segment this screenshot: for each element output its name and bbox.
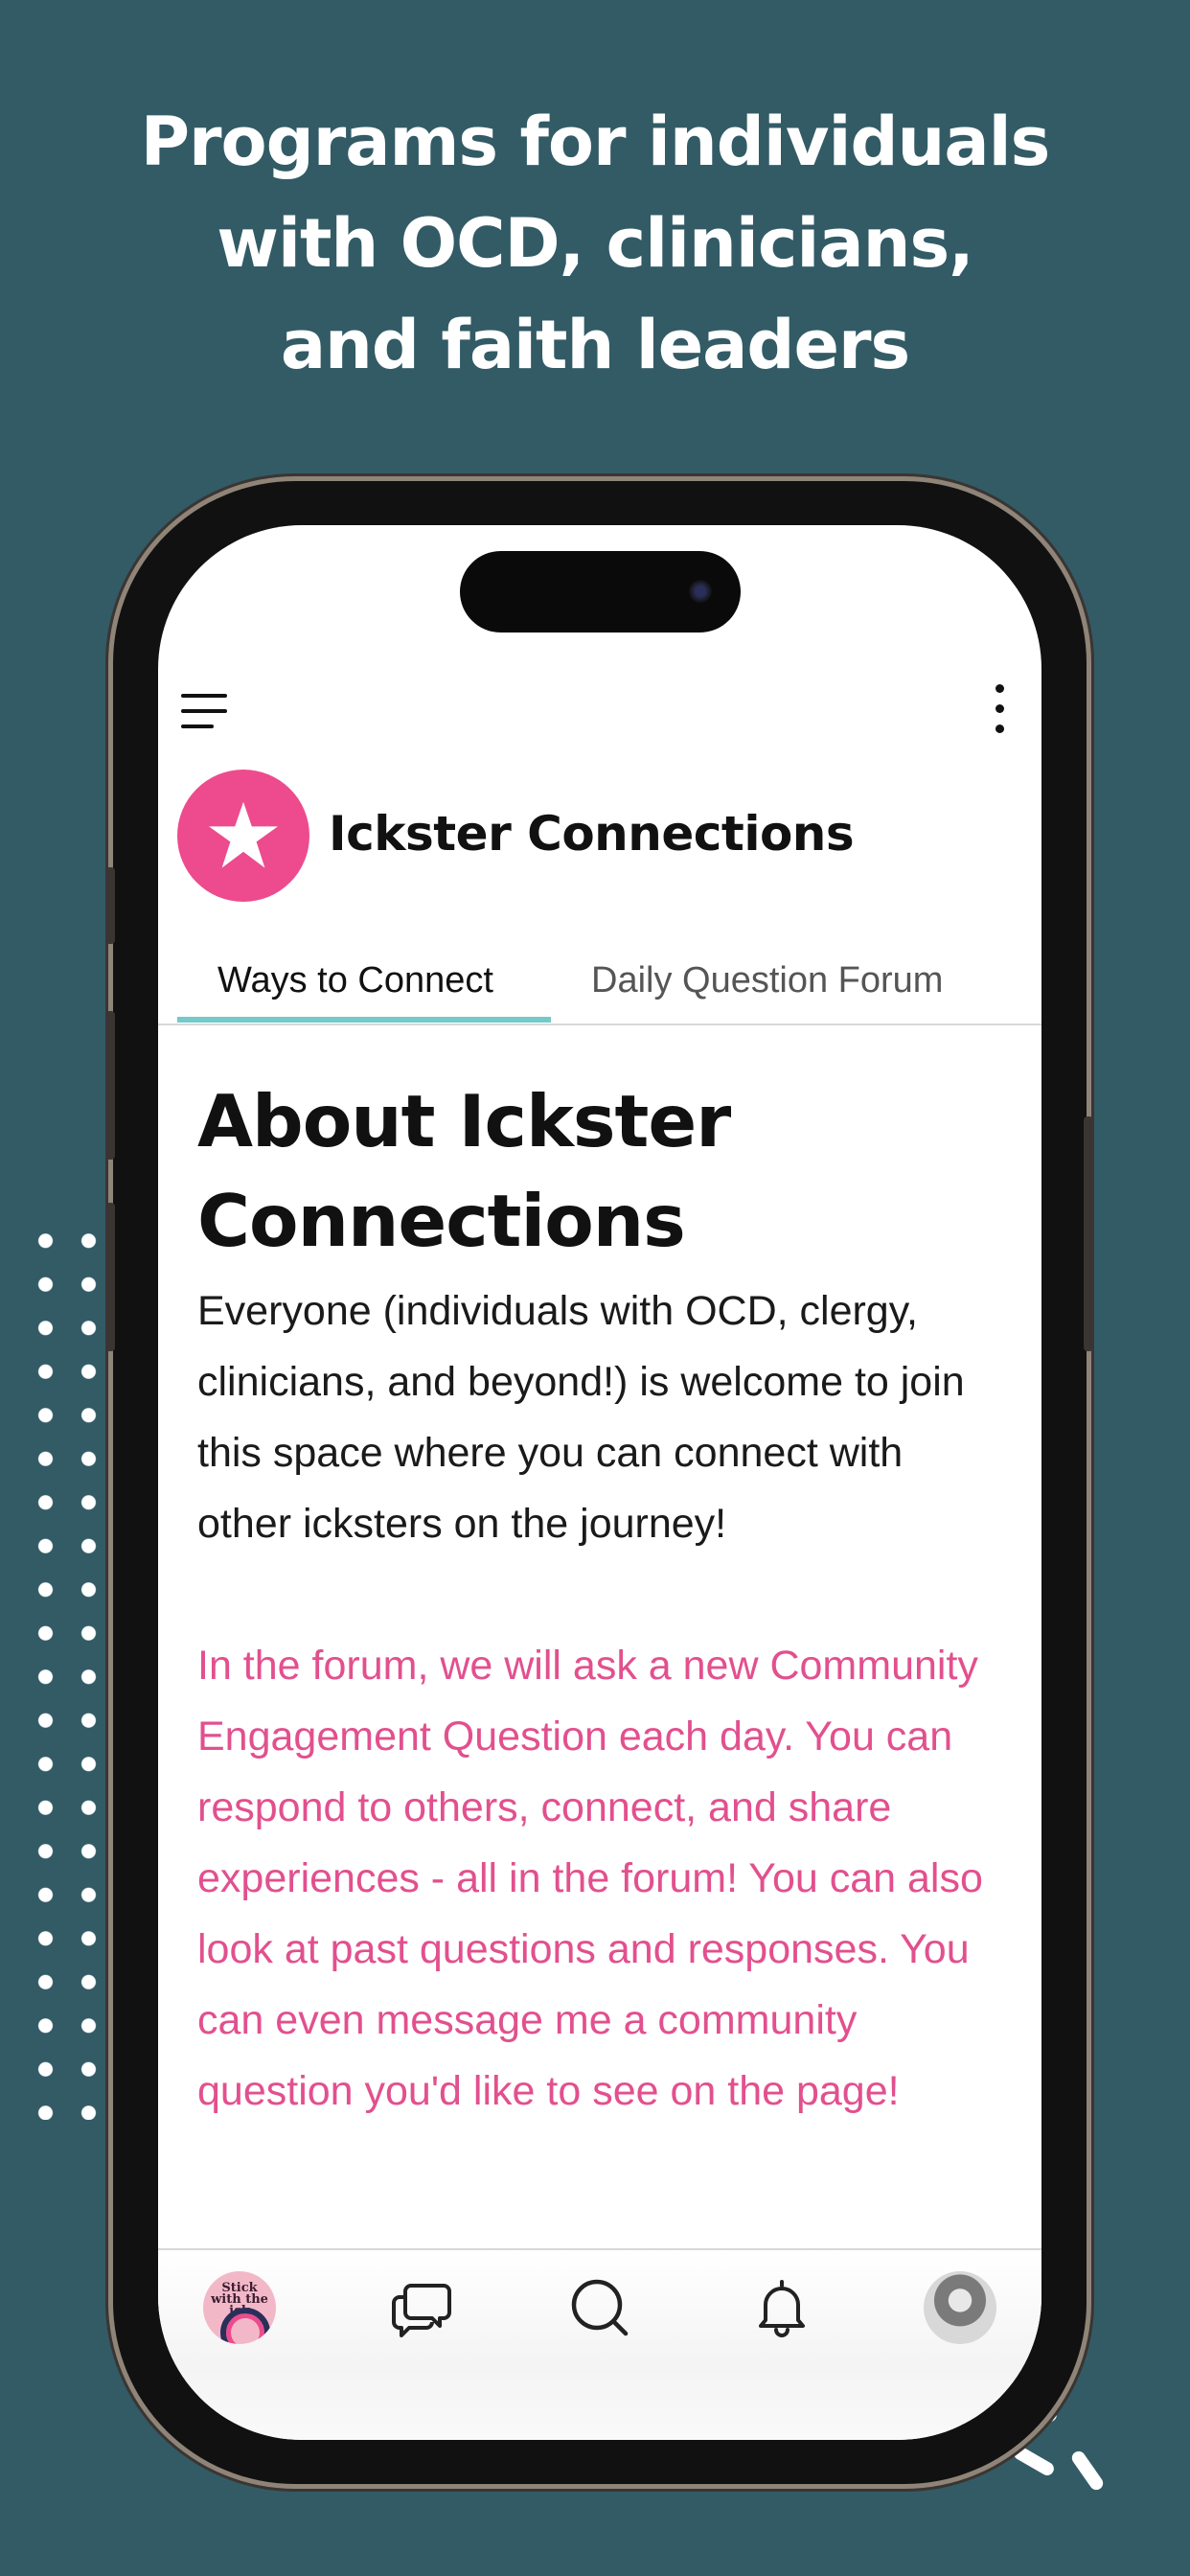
phone-side-button — [105, 1203, 115, 1351]
tab-daily-question-forum[interactable]: Daily Question Forum — [591, 960, 943, 1001]
about-title-line-1: About Ickster — [197, 1079, 731, 1163]
marketing-headline: Programs for individuals with OCD, clini… — [0, 91, 1190, 396]
dynamic-island — [460, 551, 741, 632]
phone-screen: Ickster Connections Ways to Connect Dail… — [158, 525, 1041, 2440]
about-title-line-2: Connections — [197, 1179, 686, 1263]
search-icon — [571, 2279, 629, 2336]
phone-side-button — [105, 867, 115, 944]
active-tab-indicator — [177, 1017, 551, 1023]
nav-notifications[interactable] — [744, 2269, 820, 2346]
about-description: Everyone (individuals with OCD, clergy, … — [197, 1288, 965, 1547]
nav-community-home[interactable]: Stick with the ick — [201, 2269, 278, 2346]
decorative-dot-pattern — [24, 1219, 115, 2120]
group-header: Ickster Connections — [177, 770, 1020, 904]
group-title: Ickster Connections — [329, 806, 855, 862]
bell-icon — [759, 2280, 805, 2337]
tab-ways-to-connect[interactable]: Ways to Connect — [217, 960, 493, 1001]
nav-profile[interactable] — [922, 2269, 998, 2346]
decorative-dash — [1069, 2449, 1106, 2493]
more-options-icon[interactable] — [994, 684, 1005, 734]
headline-line-2: with OCD, clinicians, — [217, 204, 973, 283]
headline-line-1: Programs for individuals — [140, 103, 1051, 181]
tab-bar: Ways to Connect Daily Question Forum — [158, 947, 1041, 1025]
camera-icon — [689, 580, 712, 603]
about-title: About Ickster Connections — [197, 1071, 1002, 1271]
star-icon — [209, 801, 278, 868]
forum-note: In the forum, we will ask a new Communit… — [197, 1643, 983, 2114]
group-star-logo[interactable] — [177, 770, 309, 902]
about-section: About Ickster Connections Everyone (indi… — [197, 1071, 1002, 2127]
hamburger-menu-icon[interactable] — [181, 694, 227, 728]
decorative-dash — [1011, 2444, 1057, 2478]
phone-side-button — [105, 1011, 115, 1160]
app-top-bar — [158, 669, 1041, 765]
nav-messages[interactable] — [383, 2269, 460, 2346]
chat-bubbles-icon — [392, 2284, 451, 2337]
nav-search[interactable] — [561, 2269, 638, 2346]
headline-line-3: and faith leaders — [280, 306, 910, 384]
bottom-navigation: Stick with the ick — [158, 2248, 1041, 2440]
community-logo: Stick with the ick — [203, 2271, 276, 2344]
phone-side-button — [1084, 1116, 1093, 1351]
profile-avatar — [924, 2271, 996, 2344]
